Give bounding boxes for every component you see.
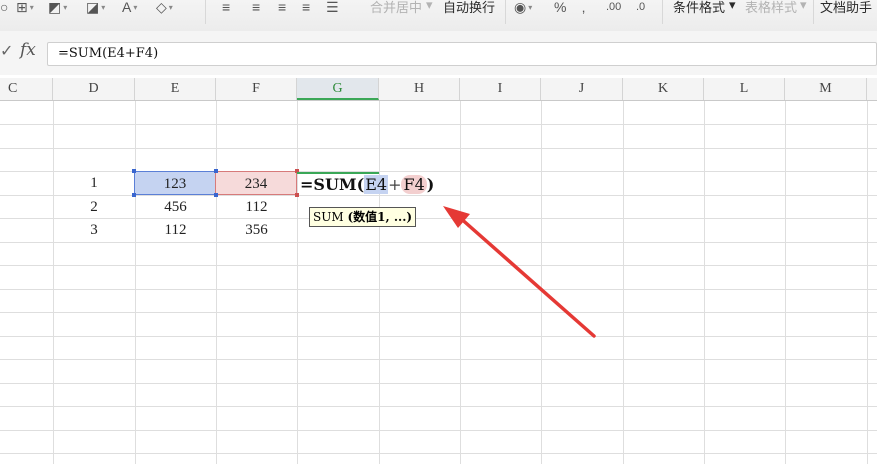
annotation-arrow bbox=[443, 206, 596, 338]
arrow-shaft bbox=[456, 214, 596, 338]
